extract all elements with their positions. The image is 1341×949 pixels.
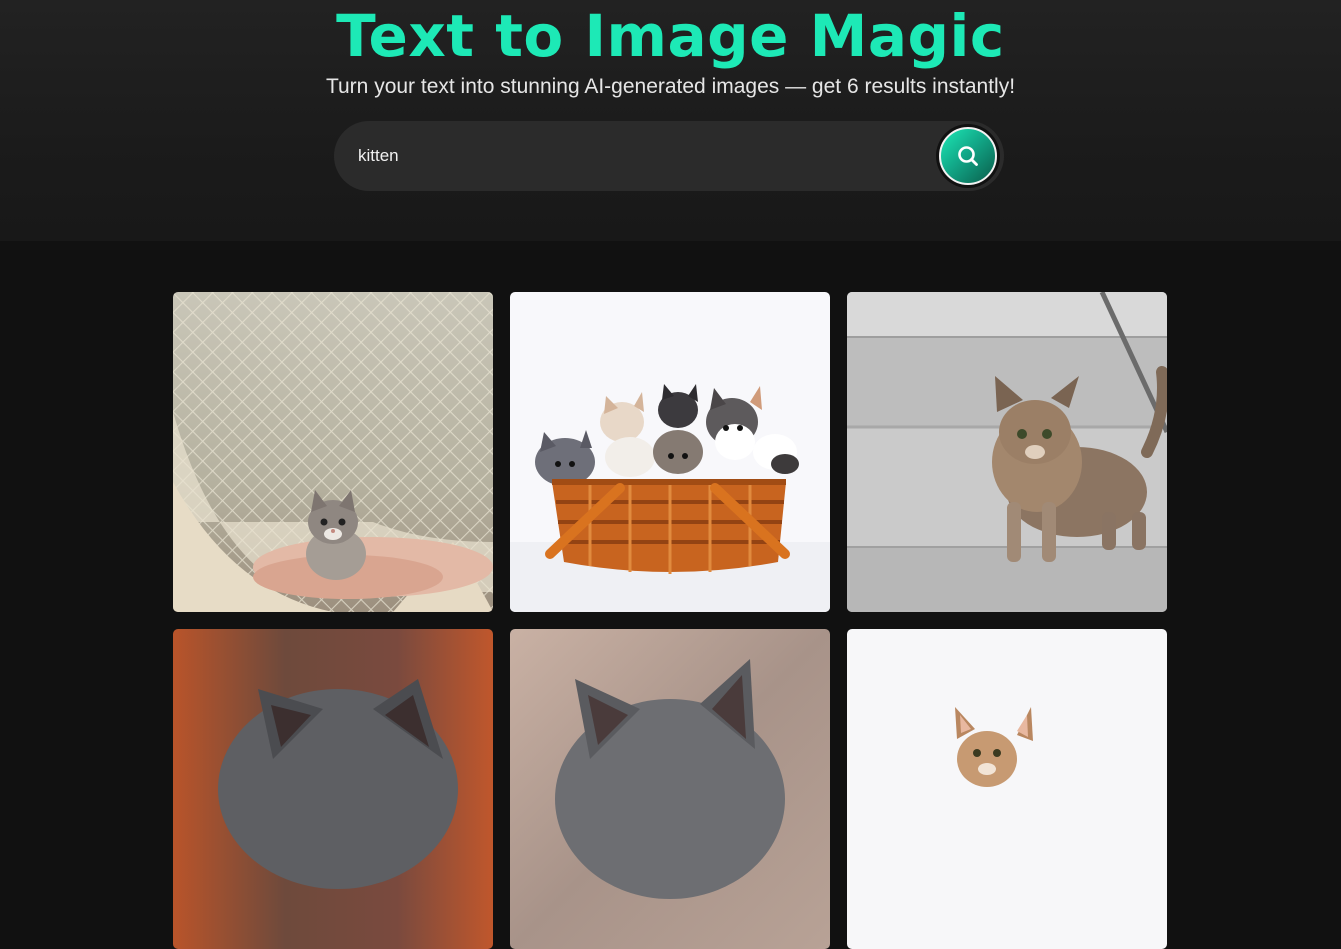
gray-kitten-image [173, 629, 493, 949]
result-image-5[interactable] [510, 629, 830, 949]
results-gallery [173, 292, 1168, 949]
search-button[interactable] [936, 124, 1000, 188]
page-title: Text to Image Magic [336, 2, 1005, 70]
kitten-stairs-image [847, 292, 1167, 612]
kitten-hammock-image [173, 292, 493, 612]
tabby-kitten-image [847, 629, 1167, 949]
hero-header: Text to Image Magic Turn your text into … [0, 0, 1341, 241]
result-image-6[interactable] [847, 629, 1167, 949]
search-button-circle [939, 127, 997, 185]
result-image-2[interactable] [510, 292, 830, 612]
search-bar [334, 121, 1004, 191]
result-image-1[interactable] [173, 292, 493, 612]
search-input[interactable] [358, 138, 918, 174]
search-icon [958, 146, 978, 166]
result-image-3[interactable] [847, 292, 1167, 612]
page-subtitle: Turn your text into stunning AI-generate… [325, 75, 1016, 98]
kittens-basket-image [510, 292, 830, 612]
gray-kitten-ears-image [510, 629, 830, 949]
result-image-4[interactable] [173, 629, 493, 949]
